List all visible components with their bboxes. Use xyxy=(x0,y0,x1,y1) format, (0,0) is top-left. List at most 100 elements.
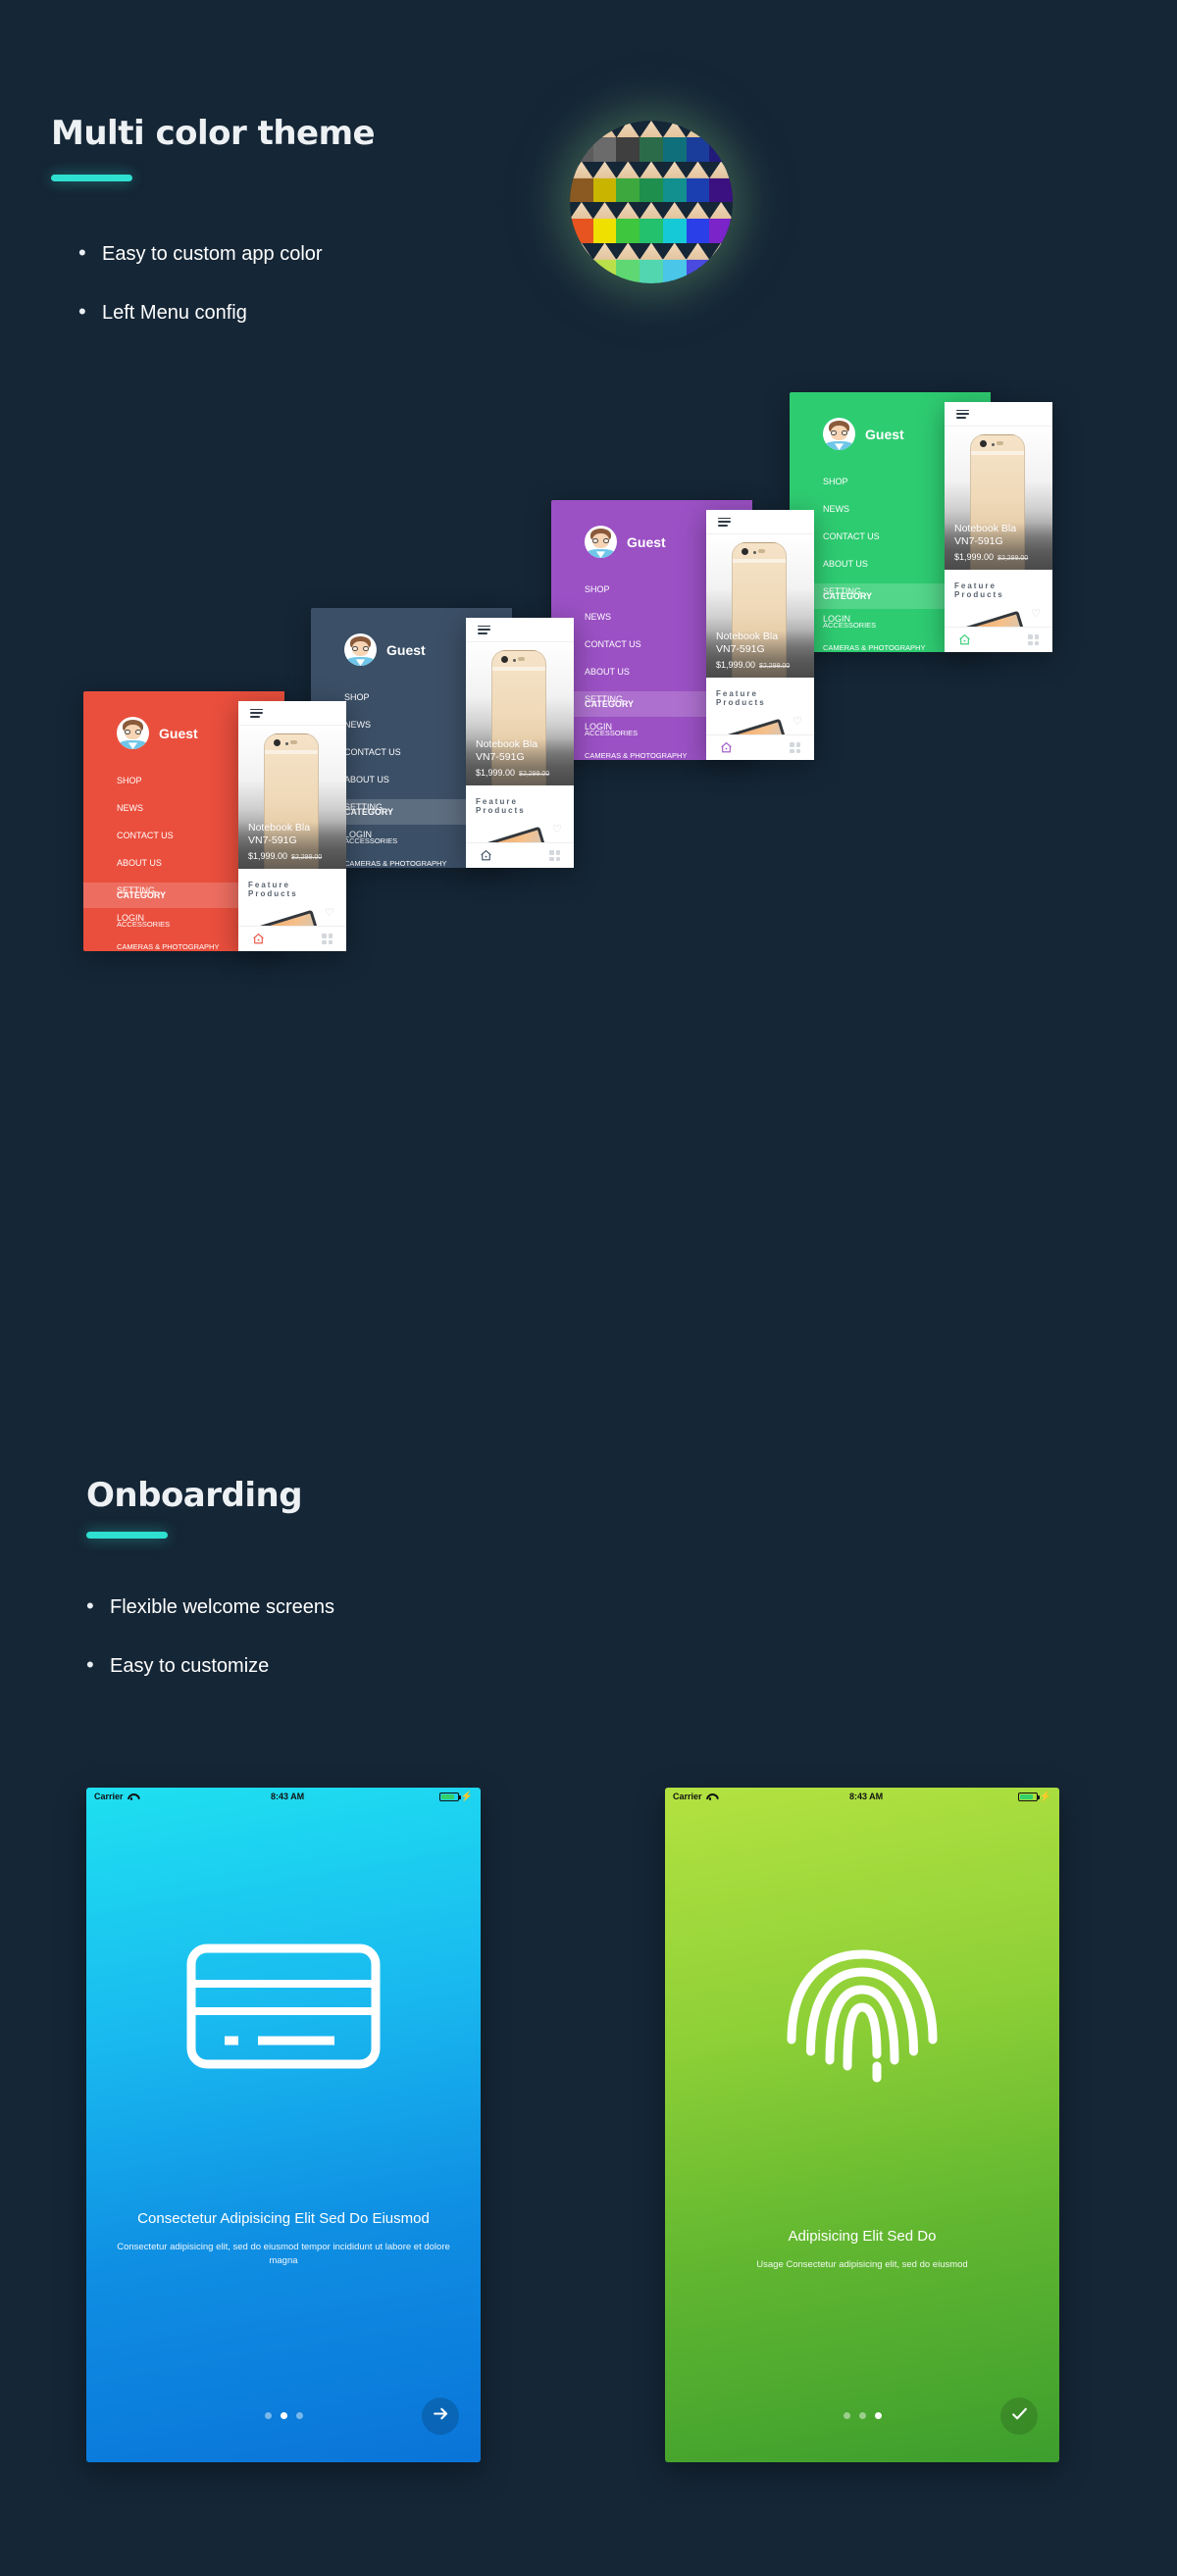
feature-heading: Feature Products xyxy=(954,581,1004,599)
heart-icon[interactable]: ♡ xyxy=(552,823,562,835)
hero-product-banner[interactable]: Notebook Bla VN7-591G $1,999.00 $2,299.0… xyxy=(238,726,346,869)
feature-heading: Feature Products xyxy=(716,689,766,707)
home-icon[interactable] xyxy=(252,933,265,945)
home-icon[interactable] xyxy=(720,741,733,754)
status-bar: Carrier 8:43 AM ⚡ xyxy=(86,1788,481,1805)
grid-icon[interactable] xyxy=(1028,634,1039,645)
label: CAMERAS & PHOTOGRAPHY xyxy=(344,859,447,868)
onboarding-screen-fingerprint[interactable]: Carrier 8:43 AM ⚡ Adipisicing Elit Sed D… xyxy=(665,1788,1059,2462)
product-title-line2: VN7-591G xyxy=(954,535,1003,548)
heart-icon[interactable]: ♡ xyxy=(325,906,334,919)
pager-dot[interactable] xyxy=(295,2412,303,2419)
avatar xyxy=(823,418,855,450)
product-price: $1,999.00 xyxy=(716,660,756,670)
onboarding-copy: Adipisicing Elit Sed Do Usage Consectetu… xyxy=(665,2227,1059,2272)
feature-list-multi-color: Easy to custom app color Left Menu confi… xyxy=(78,238,549,358)
status-bar: Carrier 8:43 AM ⚡ xyxy=(665,1788,1059,1805)
list-item: Flexible welcome screens xyxy=(86,1591,596,1622)
product-price: $1,999.00 xyxy=(248,851,288,861)
home-icon[interactable] xyxy=(958,633,971,646)
hero-overlay: Notebook Bla VN7-591G $1,999.00 $2,299.0… xyxy=(238,822,346,869)
onboarding-screen-credit-card[interactable]: Carrier 8:43 AM ⚡ Consectetur Adipisicin… xyxy=(86,1788,481,2462)
battery-icon xyxy=(1017,1792,1040,1801)
hamburger-icon[interactable] xyxy=(250,708,263,718)
list-item: Left Menu config xyxy=(78,297,549,328)
clock-label: 8:43 AM xyxy=(848,1792,884,1801)
grid-icon[interactable] xyxy=(322,934,333,944)
product-price: $1,999.00 xyxy=(954,552,995,562)
grid-icon[interactable] xyxy=(549,850,560,861)
pager-dot[interactable] xyxy=(843,2412,850,2419)
screen-topbar xyxy=(945,402,1052,427)
avatar xyxy=(344,633,377,666)
product-old-price: $2,299.00 xyxy=(759,663,791,670)
product-title-line2: VN7-591G xyxy=(248,834,297,847)
fingerprint-icon xyxy=(665,1925,1059,2101)
hamburger-icon[interactable] xyxy=(718,517,731,527)
user-name: Guest xyxy=(627,533,666,550)
grid-icon[interactable] xyxy=(790,742,800,753)
bottom-nav-slate[interactable] xyxy=(466,842,574,868)
title-underline-onboarding xyxy=(86,1532,168,1539)
product-title-line1: Notebook Bla xyxy=(954,523,1017,535)
label: CAMERAS & PHOTOGRAPHY xyxy=(823,643,926,652)
app-screen-purple: Notebook Bla VN7-591G $1,999.00 $2,299.0… xyxy=(706,510,814,760)
pager-dot[interactable] xyxy=(858,2412,866,2419)
user-name: Guest xyxy=(386,641,426,658)
hamburger-icon[interactable] xyxy=(478,625,490,634)
product-title-line2: VN7-591G xyxy=(716,643,765,656)
screen-topbar xyxy=(238,701,346,726)
product-price: $1,999.00 xyxy=(476,768,516,778)
user-name: Guest xyxy=(159,725,198,741)
avatar xyxy=(117,717,149,749)
hero-product-banner[interactable]: Notebook Bla VN7-591G $1,999.00 $2,299.0… xyxy=(466,642,574,785)
app-screen-slate: Notebook Bla VN7-591G $1,999.00 $2,299.0… xyxy=(466,618,574,868)
pager-dot-active[interactable] xyxy=(874,2412,882,2419)
carrier-label: Carrier xyxy=(673,1792,702,1801)
app-screen-red: Notebook Bla VN7-591G $1,999.00 $2,299.0… xyxy=(238,701,346,951)
onboarding-subtitle: Consectetur adipisicing elit, sed do eiu… xyxy=(117,2241,450,2267)
feature-list-onboarding: Flexible welcome screens Easy to customi… xyxy=(86,1591,596,1711)
heart-icon[interactable]: ♡ xyxy=(793,715,802,728)
credit-card-icon xyxy=(86,1943,481,2070)
pager-dot[interactable] xyxy=(264,2412,272,2419)
bottom-nav-purple[interactable] xyxy=(706,734,814,760)
wifi-icon xyxy=(706,1793,715,1800)
screen-topbar xyxy=(466,618,574,642)
screen-topbar xyxy=(706,510,814,534)
hero-overlay: Notebook Bla VN7-591G $1,999.00 $2,299.0… xyxy=(945,523,1052,570)
home-icon[interactable] xyxy=(480,849,492,862)
done-button[interactable] xyxy=(1000,2398,1038,2435)
label: ACCESSORIES xyxy=(823,621,877,630)
feature-heading: Feature Products xyxy=(476,797,526,815)
hero-product-banner[interactable]: Notebook Bla VN7-591G $1,999.00 $2,299.0… xyxy=(706,534,814,678)
product-old-price: $2,299.00 xyxy=(291,854,323,861)
page-title-multi-color: Multi color theme xyxy=(51,114,376,153)
hero-product-banner[interactable]: Notebook Bla VN7-591G $1,999.00 $2,299.0… xyxy=(945,427,1052,570)
onboarding-title: Consectetur Adipisicing Elit Sed Do Eius… xyxy=(137,2210,430,2227)
clock-label: 8:43 AM xyxy=(270,1792,305,1801)
list-item: Easy to customize xyxy=(86,1650,596,1681)
user-name: Guest xyxy=(865,426,904,442)
onboarding-title: Adipisicing Elit Sed Do xyxy=(788,2228,937,2245)
label: CAMERAS & PHOTOGRAPHY xyxy=(117,942,220,951)
battery-icon xyxy=(438,1792,461,1801)
onboarding-copy: Consectetur Adipisicing Elit Sed Do Eius… xyxy=(86,2209,481,2268)
pager-dot-active[interactable] xyxy=(280,2412,287,2419)
next-button[interactable] xyxy=(422,2398,459,2435)
onboarding-subtitle: Usage Consectetur adipisicing elit, sed … xyxy=(756,2258,968,2270)
label: ACCESSORIES xyxy=(585,729,639,737)
hero-overlay: Notebook Bla VN7-591G $1,999.00 $2,299.0… xyxy=(466,738,574,785)
heart-icon[interactable]: ♡ xyxy=(1031,607,1041,620)
product-title-line1: Notebook Bla xyxy=(248,822,311,834)
app-screen-green: Notebook Bla VN7-591G $1,999.00 $2,299.0… xyxy=(945,402,1052,652)
list-item: Easy to custom app color xyxy=(78,238,549,269)
charging-bolt-icon: ⚡ xyxy=(460,1791,473,1802)
charging-bolt-icon: ⚡ xyxy=(1039,1791,1051,1802)
bottom-nav-green[interactable] xyxy=(945,627,1052,652)
bottom-nav-red[interactable] xyxy=(238,926,346,951)
product-old-price: $2,299.00 xyxy=(519,771,550,778)
hamburger-icon[interactable] xyxy=(956,409,969,419)
label: CAMERAS & PHOTOGRAPHY xyxy=(585,751,688,760)
product-old-price: $2,299.00 xyxy=(998,555,1029,562)
